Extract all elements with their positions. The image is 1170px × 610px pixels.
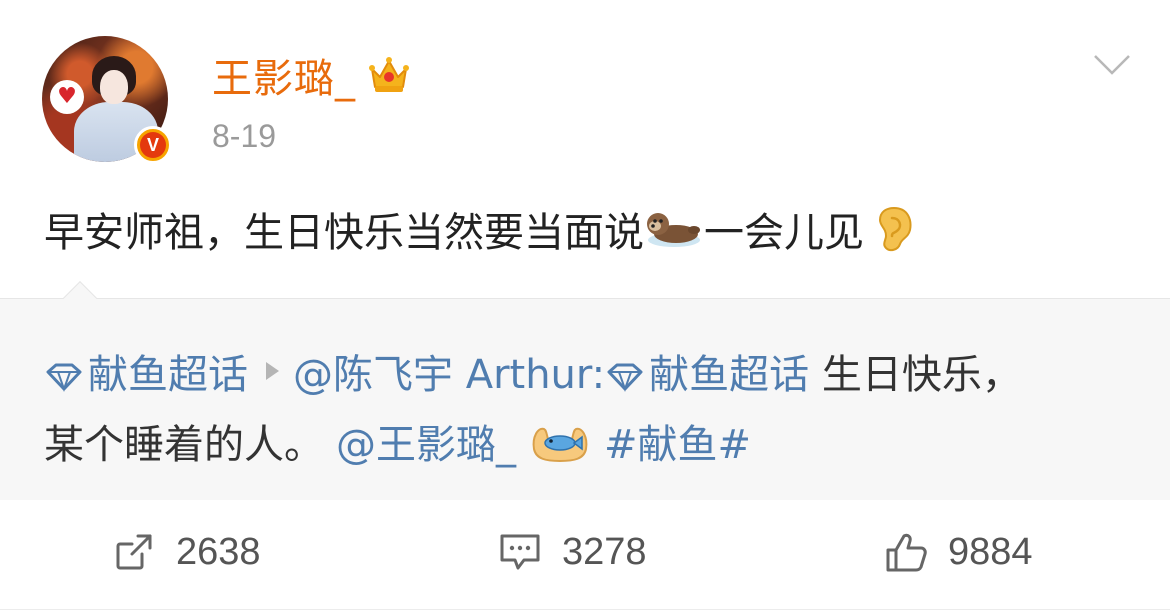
repost-line-2: 某个睡着的人。 @王影璐_ #献鱼# (44, 412, 751, 470)
comment-button[interactable]: 3278 (498, 500, 647, 604)
action-bar: 2638 3278 9884 (0, 500, 1170, 610)
post-text-part1: 早安师祖，生日快乐当然要当面说 (44, 210, 644, 256)
diamond-icon (44, 356, 84, 393)
verified-badge-icon: V (134, 126, 172, 164)
like-count: 9884 (948, 530, 1033, 573)
super-topic-link[interactable]: 献鱼超话 (88, 342, 248, 400)
diamond-icon (605, 356, 645, 393)
comment-icon (500, 534, 540, 570)
hashtag-link[interactable]: #献鱼# (604, 412, 751, 470)
repost-text-2: 某个睡着的人。 (44, 422, 324, 468)
super-topic-link-2[interactable]: 献鱼超话 (649, 342, 809, 400)
user-mention-link[interactable]: @王影璐_ (336, 412, 516, 470)
play-icon (266, 362, 279, 380)
post-timestamp: 8-19 (212, 118, 277, 154)
avatar[interactable]: ♥ V (42, 36, 172, 164)
weibo-post-card: ♥ V 王影璐_ 8-19 早安师祖，生日快乐当然要当面说 一会儿见 献鱼超话 … (0, 0, 1170, 610)
repost-count: 2638 (176, 530, 261, 573)
share-icon (116, 534, 152, 570)
username-row: 王影璐_ (212, 46, 410, 104)
repost-line-1: 献鱼超话 @陈飞宇 Arthur: 献鱼超话 生日快乐， (44, 342, 1022, 400)
otter-emoji-icon (644, 204, 704, 254)
repost-text-1: 生日快乐， (809, 352, 1022, 398)
post-text-part2: 一会儿见 (704, 210, 864, 256)
chevron-down-icon[interactable] (1092, 52, 1132, 78)
username[interactable]: 王影璐_ (212, 46, 356, 104)
post-text: 早安师祖，生日快乐当然要当面说 一会儿见 (44, 200, 924, 258)
ear-emoji-icon (864, 204, 924, 254)
comment-count: 3278 (562, 530, 647, 573)
palms-up-fish-emoji-icon (530, 419, 590, 463)
crown-icon[interactable] (368, 55, 410, 95)
repost-button[interactable]: 2638 (112, 500, 261, 604)
thumbs-up-icon (886, 533, 927, 572)
like-button[interactable]: 9884 (884, 500, 1033, 604)
author-mention-link[interactable]: @陈飞宇 Arthur: (293, 342, 605, 400)
